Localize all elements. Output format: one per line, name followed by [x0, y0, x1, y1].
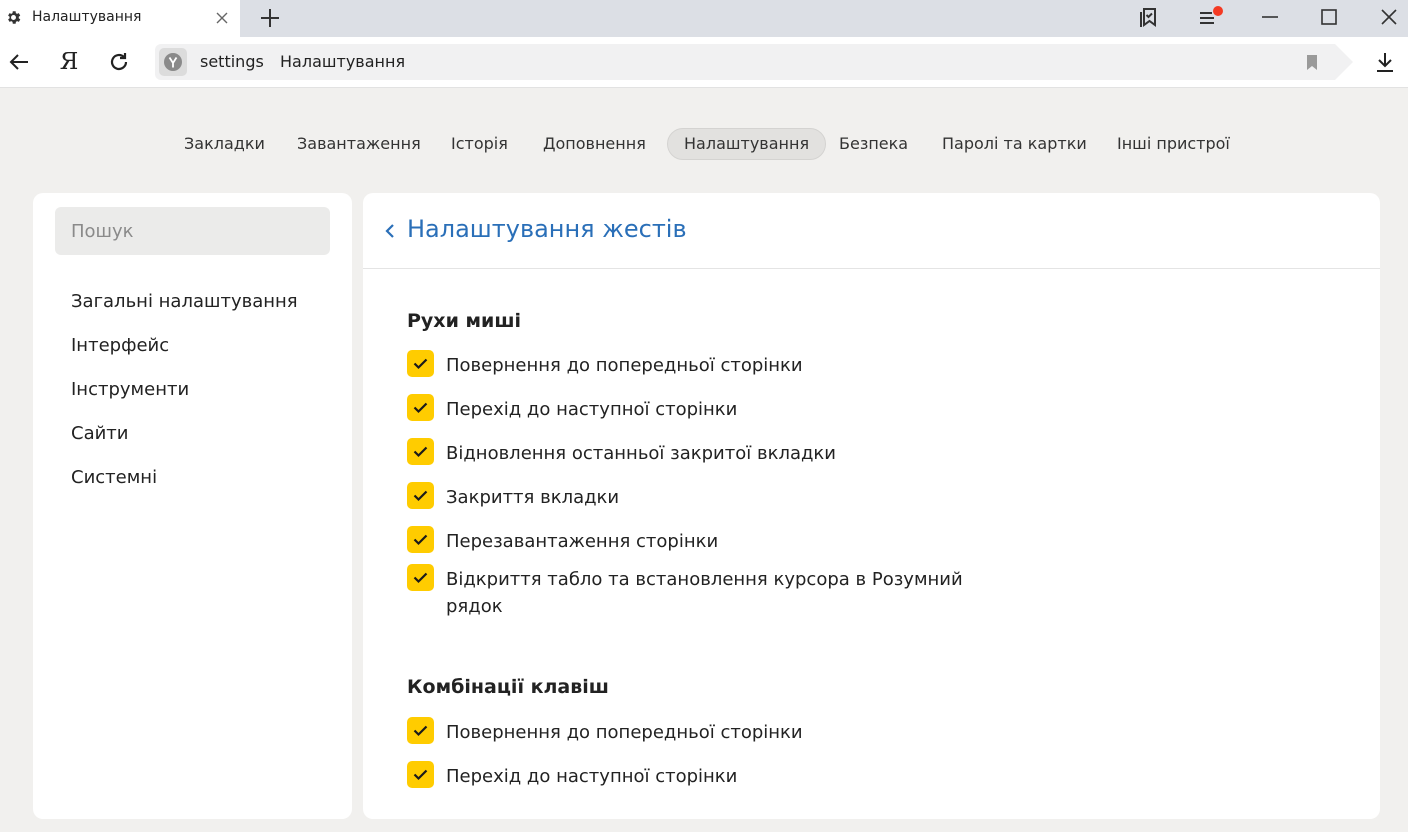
settings-sidebar: Загальні налаштування Інтерфейс Інструме… — [33, 193, 352, 819]
checkmark-icon — [413, 446, 428, 458]
option-label: Повернення до попередньої сторінки — [446, 355, 803, 376]
reload-button[interactable] — [106, 49, 132, 75]
nav-settings[interactable]: Налаштування — [667, 128, 827, 160]
sidebar-item-general[interactable]: Загальні налаштування — [71, 291, 298, 312]
panel-header: Налаштування жестів — [363, 193, 1380, 269]
checkmark-icon — [413, 402, 428, 414]
minimize-button[interactable] — [1255, 4, 1285, 30]
address-bar[interactable]: settings Налаштування — [155, 44, 1353, 80]
collections-button[interactable] — [1134, 4, 1164, 30]
checkmark-icon — [413, 490, 428, 502]
option-label: Відкриття табло та встановлення курсора … — [446, 569, 963, 617]
maximize-button[interactable] — [1314, 4, 1344, 30]
settings-top-nav: Закладки Завантаження Історія Доповнення… — [0, 128, 1408, 162]
checkmark-icon — [413, 358, 428, 370]
nav-other-devices[interactable]: Інші пристрої — [1101, 128, 1246, 160]
menu-icon — [1200, 6, 1223, 24]
section-title-mouse: Рухи миші — [407, 310, 522, 332]
close-window-button[interactable] — [1374, 4, 1404, 30]
address-host: settings — [200, 52, 264, 71]
browser-logo-icon — [164, 53, 182, 71]
page-title: Налаштування жестів — [407, 215, 687, 243]
nav-security[interactable]: Безпека — [823, 128, 924, 160]
tab-strip: Налаштування — [0, 0, 1408, 37]
checkmark-icon — [413, 769, 428, 781]
close-icon — [1381, 9, 1397, 25]
close-icon[interactable] — [212, 8, 232, 28]
checkbox[interactable] — [407, 717, 434, 744]
address-title: Налаштування — [280, 52, 406, 71]
option-label: Повернення до попередньої сторінки — [446, 722, 803, 743]
sidebar-item-system[interactable]: Системні — [71, 467, 157, 488]
checkmark-icon — [413, 725, 428, 737]
new-tab-button[interactable] — [258, 6, 282, 30]
sidebar-item-sites[interactable]: Сайти — [71, 423, 128, 444]
maximize-icon — [1321, 9, 1337, 25]
bookmarks-collection-icon — [1140, 8, 1156, 27]
downloads-button[interactable] — [1372, 49, 1398, 75]
tab-settings[interactable]: Налаштування — [0, 0, 240, 37]
toolbar: Я settings Налаштування — [0, 37, 1408, 88]
nav-bookmarks[interactable]: Закладки — [168, 128, 281, 160]
section-title-keyboard: Комбінації клавіш — [407, 676, 609, 698]
gesture-settings-panel: Налаштування жестів Рухи миші Повернення… — [363, 193, 1380, 819]
download-icon — [1377, 53, 1393, 72]
checkmark-icon — [413, 534, 428, 546]
minimize-icon — [1262, 16, 1278, 18]
option-label: Перехід до наступної сторінки — [446, 766, 738, 787]
option-label: Перезавантаження сторінки — [446, 531, 719, 552]
nav-downloads[interactable]: Завантаження — [281, 128, 437, 160]
option-label: Відновлення останньої закритої вкладки — [446, 443, 837, 464]
checkbox[interactable] — [407, 394, 434, 421]
gear-icon — [8, 11, 21, 24]
yandex-logo-icon: Я — [59, 49, 79, 75]
menu-button[interactable] — [1195, 4, 1225, 30]
sidebar-item-tools[interactable]: Інструменти — [71, 379, 189, 400]
site-info-button[interactable] — [159, 48, 187, 76]
checkbox[interactable] — [407, 761, 434, 788]
reload-icon — [110, 53, 128, 71]
sidebar-item-interface[interactable]: Інтерфейс — [71, 335, 169, 356]
nav-history[interactable]: Історія — [435, 128, 524, 160]
nav-passwords-cards[interactable]: Паролі та картки — [926, 128, 1103, 160]
tab-title: Налаштування — [32, 9, 142, 25]
yandex-button[interactable]: Я — [56, 49, 82, 75]
back-button[interactable] — [6, 49, 32, 75]
bookmark-icon[interactable] — [1303, 53, 1321, 71]
nav-extensions[interactable]: Доповнення — [527, 128, 662, 160]
checkbox[interactable] — [407, 564, 434, 591]
checkbox[interactable] — [407, 526, 434, 553]
search-input[interactable] — [55, 207, 330, 255]
checkmark-icon — [413, 572, 428, 584]
chevron-left-icon[interactable] — [383, 221, 397, 241]
arrow-left-icon — [9, 54, 28, 70]
option-label: Закриття вкладки — [446, 487, 620, 508]
checkbox[interactable] — [407, 482, 434, 509]
checkbox[interactable] — [407, 438, 434, 465]
checkbox[interactable] — [407, 350, 434, 377]
option-label: Перехід до наступної сторінки — [446, 399, 738, 420]
